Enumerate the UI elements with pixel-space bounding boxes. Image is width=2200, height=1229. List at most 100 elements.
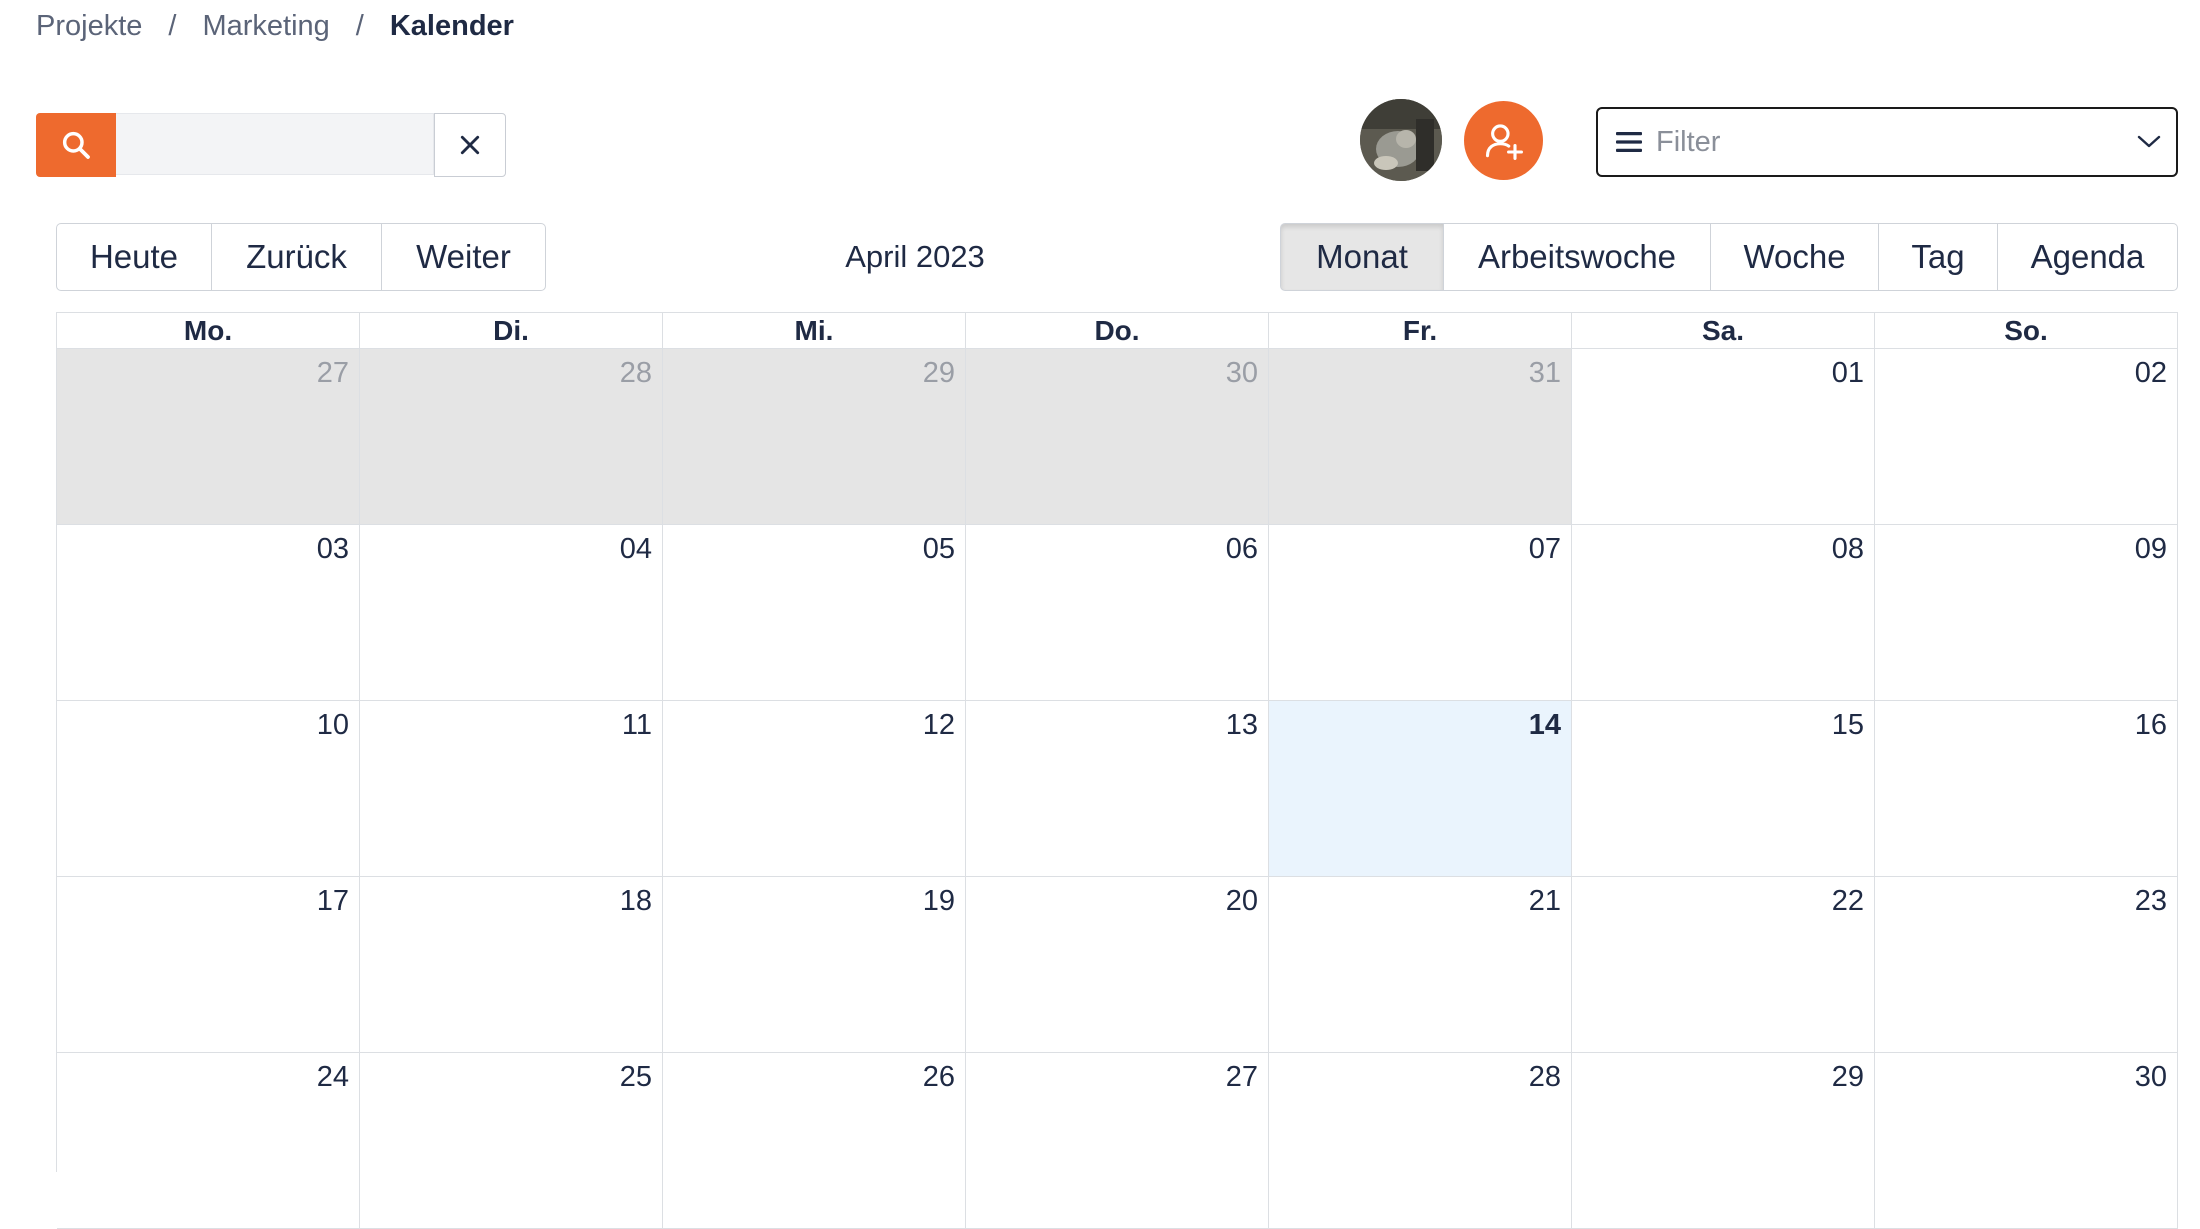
day-cell[interactable]: 30 [1875, 1053, 2178, 1229]
day-number: 20 [1225, 885, 1258, 917]
day-number: 30 [2134, 1061, 2167, 1093]
weekday-label: Do. [966, 313, 1269, 349]
day-number: 02 [2134, 357, 2167, 389]
today-button[interactable]: Heute [56, 223, 212, 291]
day-cell[interactable]: 21 [1269, 877, 1572, 1053]
day-cell[interactable]: 15 [1572, 701, 1875, 877]
weekday-header: Mo. Di. Mi. Do. Fr. Sa. So. [57, 313, 2178, 349]
weekday-label: Sa. [1572, 313, 1875, 349]
search-icon [62, 131, 90, 159]
day-cell[interactable]: 11 [360, 701, 663, 877]
search-button[interactable] [36, 113, 116, 177]
day-cell[interactable]: 03 [57, 525, 360, 701]
day-cell[interactable]: 13 [966, 701, 1269, 877]
day-cell[interactable]: 28 [1269, 1053, 1572, 1229]
view-week-button[interactable]: Woche [1711, 223, 1879, 291]
day-number: 04 [619, 533, 652, 565]
day-cell-outside-month[interactable]: 30 [966, 349, 1269, 525]
weekday-label: Mi. [663, 313, 966, 349]
day-cell-today[interactable]: 14 [1269, 701, 1572, 877]
day-number: 18 [619, 885, 652, 917]
day-cell[interactable]: 17 [57, 877, 360, 1053]
breadcrumb: Projekte / Marketing / Kalender [36, 6, 514, 46]
day-cell[interactable]: 01 [1572, 349, 1875, 525]
day-cell[interactable]: 06 [966, 525, 1269, 701]
clear-search-button[interactable] [434, 113, 506, 177]
day-cell[interactable]: 26 [663, 1053, 966, 1229]
view-agenda-button[interactable]: Agenda [1998, 223, 2178, 291]
day-cell[interactable]: 08 [1572, 525, 1875, 701]
view-workweek-button[interactable]: Arbeitswoche [1444, 223, 1711, 291]
day-number: 10 [316, 709, 349, 741]
day-cell[interactable]: 07 [1269, 525, 1572, 701]
week-row: 03 04 05 06 07 08 09 [57, 525, 2178, 701]
calendar-nav: Heute Zurück Weiter [56, 223, 546, 291]
day-number: 27 [316, 357, 349, 389]
view-day-button[interactable]: Tag [1879, 223, 1998, 291]
day-number: 11 [621, 709, 652, 741]
filter-dropdown[interactable]: Filter [1596, 107, 2178, 177]
day-cell[interactable]: 20 [966, 877, 1269, 1053]
day-cell[interactable]: 02 [1875, 349, 2178, 525]
day-cell[interactable]: 18 [360, 877, 663, 1053]
day-cell[interactable]: 22 [1572, 877, 1875, 1053]
month-calendar: Mo. Di. Mi. Do. Fr. Sa. So. 27 28 29 30 31 01… [56, 312, 2178, 1229]
day-cell[interactable]: 10 [57, 701, 360, 877]
day-number: 22 [1831, 885, 1864, 917]
day-cell[interactable]: 19 [663, 877, 966, 1053]
day-cell[interactable]: 29 [1572, 1053, 1875, 1229]
day-cell[interactable]: 05 [663, 525, 966, 701]
weekday-label: So. [1875, 313, 2178, 349]
day-number: 06 [1225, 533, 1258, 565]
calendar-weeks: 27 28 29 30 31 01 02 03 04 05 06 07 08 09 10 11 12 13 14 15… [57, 349, 2178, 1229]
day-cell[interactable]: 16 [1875, 701, 2178, 877]
day-number: 17 [316, 885, 349, 917]
day-number: 01 [1831, 357, 1864, 389]
day-cell-outside-month[interactable]: 29 [663, 349, 966, 525]
breadcrumb-projekte[interactable]: Projekte [36, 10, 142, 43]
filter-placeholder: Filter [1656, 125, 1721, 158]
day-cell[interactable]: 27 [966, 1053, 1269, 1229]
day-cell-outside-month[interactable]: 28 [360, 349, 663, 525]
chevron-down-icon [2137, 135, 2161, 148]
search-input[interactable] [116, 113, 434, 175]
day-cell[interactable]: 24 [57, 1053, 360, 1229]
day-number: 13 [1225, 709, 1258, 741]
weekday-label: Fr. [1269, 313, 1572, 349]
day-number: 29 [1831, 1061, 1864, 1093]
breadcrumb-marketing[interactable]: Marketing [202, 10, 329, 43]
day-cell[interactable]: 09 [1875, 525, 2178, 701]
day-cell-outside-month[interactable]: 27 [57, 349, 360, 525]
day-number: 09 [2134, 533, 2167, 565]
day-number: 23 [2134, 885, 2167, 917]
add-user-button[interactable] [1464, 101, 1543, 180]
next-button[interactable]: Weiter [382, 223, 546, 291]
day-number: 24 [316, 1061, 349, 1093]
menu-icon [1616, 132, 1642, 152]
day-cell-outside-month[interactable]: 31 [1269, 349, 1572, 525]
week-row: 27 28 29 30 31 01 02 [57, 349, 2178, 525]
day-cell[interactable]: 23 [1875, 877, 2178, 1053]
week-row: 10 11 12 13 14 15 16 [57, 701, 2178, 877]
week-row: 24 25 26 27 28 29 30 [57, 1053, 2178, 1229]
day-cell[interactable]: 04 [360, 525, 663, 701]
day-cell[interactable]: 25 [360, 1053, 663, 1229]
day-number: 07 [1528, 533, 1561, 565]
breadcrumb-separator: / [355, 9, 364, 42]
week-row: 17 18 19 20 21 22 23 [57, 877, 2178, 1053]
avatar[interactable] [1360, 99, 1442, 181]
weekday-label: Di. [360, 313, 663, 349]
day-number: 26 [922, 1061, 955, 1093]
day-number: 31 [1528, 357, 1561, 389]
avatar-photo [1360, 99, 1442, 181]
back-button[interactable]: Zurück [212, 223, 382, 291]
day-number: 05 [922, 533, 955, 565]
day-number: 29 [922, 357, 955, 389]
day-number: 25 [619, 1061, 652, 1093]
month-label: April 2023 [845, 239, 985, 274]
day-number: 28 [1528, 1061, 1561, 1093]
day-cell[interactable]: 12 [663, 701, 966, 877]
view-month-button[interactable]: Monat [1280, 223, 1444, 291]
search-bar [36, 113, 506, 177]
close-icon [460, 135, 480, 155]
